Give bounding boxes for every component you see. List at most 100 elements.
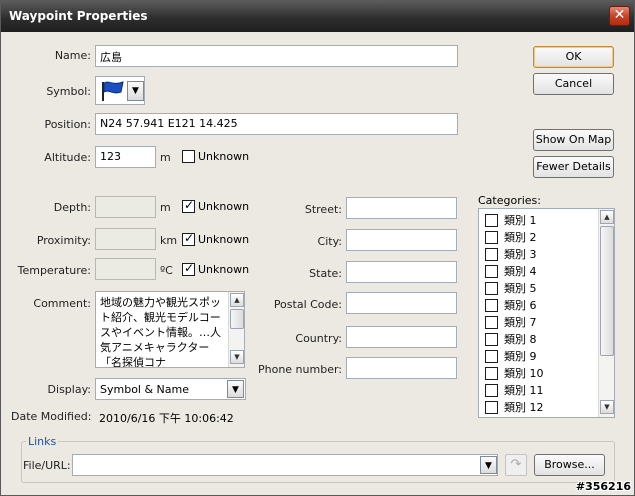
altitude-unknown-label: Unknown [198, 150, 250, 163]
category-checkbox[interactable] [485, 213, 498, 227]
chevron-down-icon[interactable]: ▼ [127, 81, 144, 101]
category-item[interactable]: 類別 11 [485, 382, 544, 398]
blue-flag-icon [102, 81, 124, 101]
category-label: 類別 9 [504, 350, 537, 363]
category-item[interactable]: 類別 1 [485, 212, 537, 228]
waypoint-properties-dialog: Waypoint Properties ✕ Name: 広島 Symbol: ▼… [0, 0, 635, 496]
comment-textarea[interactable]: 地域の魅力や観光スポット紹介、観光モデルコースやイベント情報。…人気アニメキャラ… [95, 291, 245, 368]
category-checkbox[interactable] [485, 264, 498, 278]
category-item[interactable]: 類別 3 [485, 246, 537, 262]
display-value: Symbol & Name [100, 383, 189, 396]
category-checkbox[interactable] [485, 383, 498, 397]
category-item[interactable]: 類別 5 [485, 280, 537, 296]
temperature-input[interactable] [95, 258, 156, 280]
proximity-unknown-label: Unknown [198, 233, 250, 246]
city-input[interactable] [346, 229, 457, 251]
ok-button[interactable]: OK [533, 46, 614, 68]
file-url-input[interactable]: ▼ [72, 454, 498, 476]
category-label: 類別 10 [504, 367, 544, 380]
category-label: 類別 4 [504, 265, 537, 278]
checkbox-box[interactable] [182, 231, 195, 246]
scroll-down-icon[interactable]: ▼ [600, 400, 614, 414]
category-checkbox[interactable] [485, 247, 498, 261]
scroll-down-icon[interactable]: ▼ [230, 350, 244, 364]
date-modified-value: 2010/6/16 下午 10:06:42 [99, 412, 234, 425]
category-checkbox[interactable] [485, 332, 498, 346]
chevron-down-icon[interactable]: ▼ [480, 456, 497, 474]
category-label: 類別 7 [504, 316, 537, 329]
category-checkbox[interactable] [485, 349, 498, 363]
cancel-button[interactable]: Cancel [533, 73, 614, 95]
display-label: Display: [47, 383, 91, 396]
category-checkbox[interactable] [485, 298, 498, 312]
category-label: 類別 12 [504, 401, 544, 414]
temperature-label: Temperature: [17, 264, 91, 277]
symbol-select[interactable]: ▼ [95, 76, 145, 105]
category-checkbox[interactable] [485, 281, 498, 295]
links-title: Links [26, 435, 59, 448]
category-label: 類別 11 [504, 384, 544, 397]
proximity-input[interactable] [95, 228, 156, 250]
open-link-icon[interactable]: ↷ [505, 454, 527, 476]
depth-unit: m [160, 201, 171, 214]
position-input[interactable]: N24 57.941 E121 14.425 [95, 113, 458, 135]
categories-list[interactable]: 類別 1 類別 2 類別 3 類別 4 類別 5 類別 6 類別 7 類別 8 類別 9 類別 1… [478, 208, 615, 418]
category-item[interactable]: 類別 4 [485, 263, 537, 279]
scroll-up-icon[interactable]: ▲ [600, 210, 614, 224]
street-input[interactable] [346, 197, 457, 219]
temperature-unknown-label: Unknown [198, 263, 250, 276]
temperature-unknown-checkbox[interactable]: Unknown [182, 261, 250, 276]
proximity-unknown-checkbox[interactable]: Unknown [182, 231, 250, 246]
category-label: 類別 8 [504, 333, 537, 346]
file-url-label: File/URL: [23, 459, 71, 472]
checkbox-box[interactable] [182, 150, 195, 163]
date-modified-label: Date Modified: [11, 410, 92, 423]
fewer-details-button[interactable]: Fewer Details [533, 156, 614, 178]
category-checkbox[interactable] [485, 315, 498, 329]
category-item[interactable]: 類別 10 [485, 365, 544, 381]
categories-scrollbar[interactable]: ▲ ▼ [598, 209, 614, 417]
temperature-unit: ºC [160, 264, 173, 277]
checkbox-box[interactable] [182, 198, 195, 213]
display-select[interactable]: Symbol & Name ▼ [95, 378, 246, 400]
category-checkbox[interactable] [485, 400, 498, 414]
depth-input[interactable] [95, 196, 156, 218]
phone-input[interactable] [346, 357, 457, 379]
checkbox-box[interactable] [182, 261, 195, 276]
state-input[interactable] [346, 261, 457, 283]
depth-unknown-label: Unknown [198, 200, 250, 213]
category-label: 類別 6 [504, 299, 537, 312]
comment-label: Comment: [33, 297, 91, 310]
country-input[interactable] [346, 326, 457, 348]
window-title: Waypoint Properties [9, 9, 148, 23]
category-item[interactable]: 類別 2 [485, 229, 537, 245]
comment-text: 地域の魅力や観光スポット紹介、観光モデルコースやイベント情報。…人気アニメキャラ… [100, 296, 221, 368]
chevron-down-icon[interactable]: ▼ [227, 380, 244, 398]
postal-code-input[interactable] [346, 292, 457, 314]
scroll-thumb[interactable] [230, 309, 244, 329]
categories-label: Categories: [478, 194, 541, 207]
category-item[interactable]: 類別 7 [485, 314, 537, 330]
browse-button[interactable]: Browse... [534, 454, 605, 476]
altitude-unknown-checkbox[interactable]: Unknown [182, 150, 249, 163]
category-item[interactable]: 類別 6 [485, 297, 537, 313]
category-checkbox[interactable] [485, 366, 498, 380]
proximity-label: Proximity: [36, 234, 91, 247]
depth-unknown-checkbox[interactable]: Unknown [182, 198, 250, 213]
altitude-input[interactable]: 123 [95, 146, 156, 168]
country-label: Country: [295, 332, 342, 345]
close-icon[interactable]: ✕ [609, 6, 630, 26]
category-item[interactable]: 類別 8 [485, 331, 537, 347]
altitude-label: Altitude: [44, 151, 91, 164]
category-item[interactable]: 類別 9 [485, 348, 537, 364]
category-label: 類別 3 [504, 248, 537, 261]
title-bar[interactable]: Waypoint Properties ✕ [1, 1, 634, 32]
depth-label: Depth: [53, 201, 91, 214]
name-input[interactable]: 広島 [95, 45, 458, 67]
scroll-up-icon[interactable]: ▲ [230, 293, 244, 307]
comment-scrollbar[interactable]: ▲ ▼ [228, 292, 244, 367]
category-item[interactable]: 類別 12 [485, 399, 544, 415]
scroll-thumb[interactable] [600, 226, 614, 356]
category-checkbox[interactable] [485, 230, 498, 244]
show-on-map-button[interactable]: Show On Map [533, 129, 614, 151]
